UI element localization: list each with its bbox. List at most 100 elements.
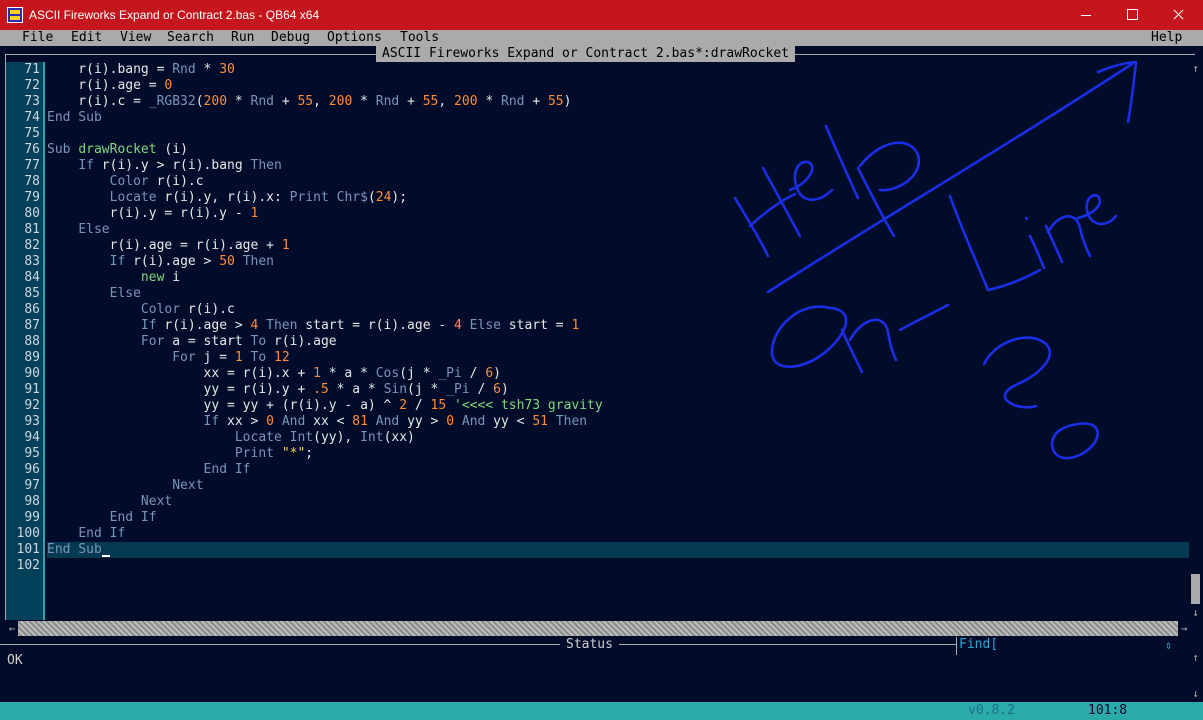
menu-tools[interactable]: Tools bbox=[400, 30, 439, 46]
code-token: 55 bbox=[547, 94, 564, 109]
code-token: 0 bbox=[446, 414, 455, 429]
code-line[interactable]: For a = start To r(i).age bbox=[47, 334, 1189, 350]
menu-debug[interactable]: Debug bbox=[271, 30, 310, 46]
scrollbar-thumb[interactable] bbox=[1191, 574, 1200, 604]
code-line[interactable]: r(i).age = 0 bbox=[47, 78, 1189, 94]
code-token: 81 bbox=[352, 414, 368, 429]
code-token: 12 bbox=[274, 350, 290, 365]
scroll-left-icon[interactable]: ← bbox=[6, 621, 18, 636]
code-token: xx > bbox=[219, 414, 267, 429]
code-line[interactable]: End If bbox=[47, 510, 1189, 526]
code-token: ) bbox=[493, 366, 501, 381]
code-token: ) bbox=[500, 382, 509, 397]
scroll-right-icon[interactable]: → bbox=[1178, 621, 1190, 636]
code-line[interactable]: Locate r(i).y, r(i).x: Print Chr$(24); bbox=[47, 190, 1189, 206]
code-line[interactable]: Print "*"; bbox=[47, 446, 1189, 462]
code-token: (i) bbox=[156, 142, 188, 157]
code-line[interactable]: r(i).age = r(i).age + 1 bbox=[47, 238, 1189, 254]
code-line[interactable]: End If bbox=[47, 526, 1189, 542]
vertical-scrollbar[interactable]: ↑ ↓ bbox=[1190, 62, 1201, 620]
code-token: * bbox=[195, 62, 220, 77]
code-line[interactable]: Color r(i).c bbox=[47, 174, 1189, 190]
close-icon[interactable] bbox=[1155, 0, 1201, 30]
code-token: Then bbox=[250, 158, 282, 173]
menu-edit[interactable]: Edit bbox=[71, 30, 102, 46]
code-line[interactable]: If r(i).age > 4 Then start = r(i).age - … bbox=[47, 318, 1189, 334]
status-scroll-down-icon[interactable]: ↓ bbox=[1190, 687, 1201, 701]
code-token: Chr$ bbox=[336, 190, 368, 205]
code-token: Int bbox=[289, 430, 314, 445]
line-number: 76 bbox=[24, 142, 40, 157]
line-number: 73 bbox=[24, 94, 40, 109]
code-line[interactable] bbox=[47, 558, 1189, 574]
code-token: Then bbox=[266, 318, 298, 333]
code-line[interactable]: Else bbox=[47, 286, 1189, 302]
code-token: End If bbox=[203, 462, 251, 477]
find-history-icon[interactable]: ⇕ bbox=[1165, 637, 1172, 653]
menu-file[interactable]: File bbox=[22, 30, 53, 46]
line-number: 82 bbox=[24, 238, 40, 253]
code-line[interactable]: Locate Int(yy), Int(xx) bbox=[47, 430, 1189, 446]
code-token: Locate bbox=[234, 430, 282, 445]
minimize-icon[interactable] bbox=[1063, 0, 1109, 30]
code-token: new bbox=[140, 270, 165, 285]
menu-options[interactable]: Options bbox=[327, 30, 382, 46]
code-line[interactable]: yy = yy + (r(i).y - a) ^ 2 / 15 '<<<< ts… bbox=[47, 398, 1189, 414]
code-token: End Sub bbox=[47, 542, 102, 557]
code-line[interactable]: Color r(i).c bbox=[47, 302, 1189, 318]
code-token: Locate bbox=[109, 190, 157, 205]
menu-view[interactable]: View bbox=[120, 30, 151, 46]
code-line[interactable]: Next bbox=[47, 478, 1189, 494]
scroll-down-icon[interactable]: ↓ bbox=[1190, 606, 1201, 620]
status-scrollbar[interactable]: ↑ ↓ bbox=[1190, 637, 1201, 701]
code-line[interactable]: Sub drawRocket (i) bbox=[47, 142, 1189, 158]
code-line[interactable]: new i bbox=[47, 270, 1189, 286]
code-token: 24 bbox=[375, 190, 392, 205]
menu-help[interactable]: Help bbox=[1151, 30, 1182, 46]
code-token: For bbox=[172, 350, 196, 365]
code-line[interactable]: For j = 1 To 12 bbox=[47, 350, 1189, 366]
menu-search[interactable]: Search bbox=[167, 30, 214, 46]
code-line[interactable]: Next bbox=[47, 494, 1189, 510]
code-token: 30 bbox=[219, 62, 235, 77]
menu-run[interactable]: Run bbox=[231, 30, 254, 46]
code-line[interactable]: yy = r(i).y + .5 * a * Sin(j * _Pi / 6) bbox=[47, 382, 1189, 398]
horizontal-scrollbar[interactable]: ← → bbox=[6, 621, 1190, 636]
code-line-current[interactable]: End Sub bbox=[47, 542, 1189, 558]
code-line[interactable]: End If bbox=[47, 462, 1189, 478]
code-token: * bbox=[352, 94, 376, 109]
status-scroll-up-icon[interactable]: ↑ bbox=[1190, 651, 1201, 665]
code-line[interactable]: r(i).bang = Rnd * 30 bbox=[47, 62, 1189, 78]
qb64-app-icon bbox=[7, 7, 23, 23]
code-line[interactable]: If r(i).age > 50 Then bbox=[47, 254, 1189, 270]
code-token: If bbox=[109, 254, 126, 269]
scroll-up-icon[interactable]: ↑ bbox=[1190, 62, 1201, 76]
code-line[interactable]: r(i).y = r(i).y - 1 bbox=[47, 206, 1189, 222]
code-token: _Pi bbox=[446, 382, 470, 397]
code-token: Else bbox=[469, 318, 501, 333]
find-field[interactable]: Find[ bbox=[957, 637, 1189, 653]
line-number: 90 bbox=[24, 366, 40, 381]
code-line[interactable]: Else bbox=[47, 222, 1189, 238]
code-token: (xx) bbox=[383, 430, 415, 445]
text-cursor bbox=[101, 555, 110, 557]
code-token: drawRocket bbox=[78, 142, 157, 157]
status-message: OK bbox=[7, 653, 23, 668]
maximize-icon[interactable] bbox=[1109, 0, 1155, 30]
code-line[interactable]: xx = r(i).x + 1 * a * Cos(j * _Pi / 6) bbox=[47, 366, 1189, 382]
code-token: r(i).age = bbox=[47, 78, 165, 93]
code-token: * a * bbox=[320, 366, 376, 381]
code-line[interactable]: If r(i).y > r(i).bang Then bbox=[47, 158, 1189, 174]
code-line[interactable] bbox=[47, 126, 1189, 142]
code-token: yy > bbox=[399, 414, 447, 429]
code-line[interactable]: r(i).c = _RGB32(200 * Rnd + 55, 200 * Rn… bbox=[47, 94, 1189, 110]
code-line[interactable]: End Sub bbox=[47, 110, 1189, 126]
code-line[interactable]: If xx > 0 And xx < 81 And yy > 0 And yy … bbox=[47, 414, 1189, 430]
code-token: Sub bbox=[47, 142, 79, 157]
line-number: 97 bbox=[24, 478, 40, 493]
